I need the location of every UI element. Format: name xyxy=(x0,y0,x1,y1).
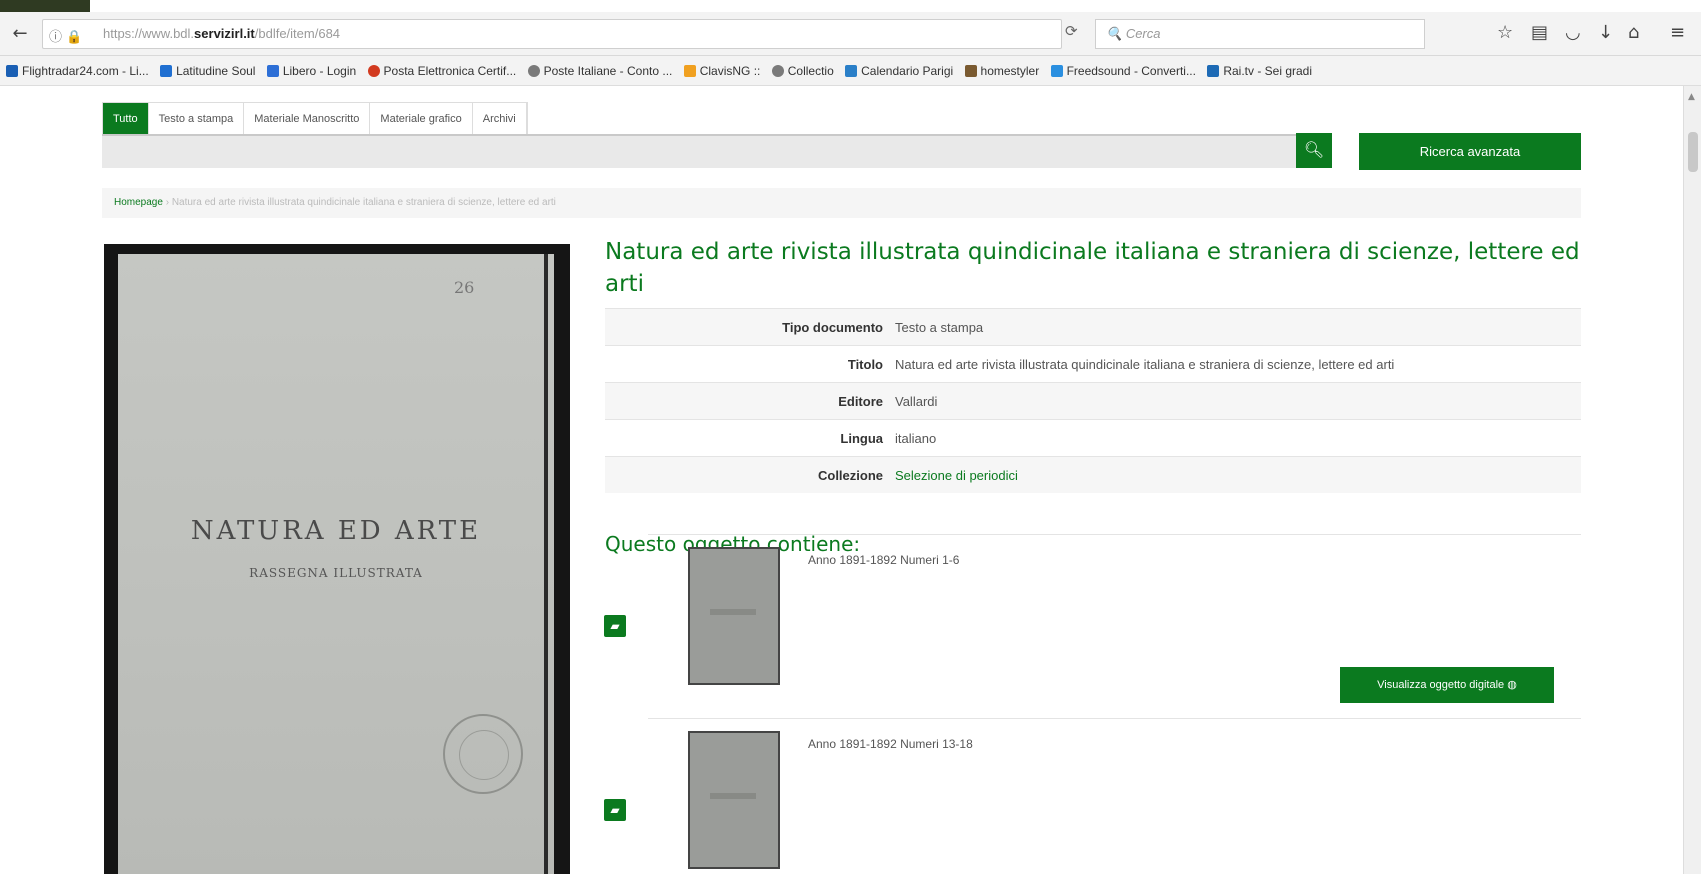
favicon-icon xyxy=(160,65,173,77)
metadata-value: Vallardi xyxy=(895,393,938,409)
bookmark-item[interactable]: Rai.tv - Sei gradi xyxy=(1207,56,1312,85)
metadata-key: Tipo documento xyxy=(782,319,883,335)
tab-tutto[interactable]: Tutto xyxy=(103,103,149,134)
bookmark-item[interactable]: Libero - Login xyxy=(266,56,356,85)
book-icon[interactable]: ▰ xyxy=(604,615,626,637)
url-bar[interactable]: ⓘ 🔒 https://www.bdl.servizirl.it/bdlfe/i… xyxy=(42,19,1062,49)
favicon-icon xyxy=(964,65,977,77)
browser-search-input[interactable]: 🔍 Cerca xyxy=(1095,19,1425,49)
reading-list-icon[interactable]: ▤ xyxy=(1531,22,1548,43)
metadata-row: Lingua italiano xyxy=(605,419,1581,456)
bookmark-item[interactable]: ClavisNG :: xyxy=(683,56,760,85)
metadata-value: italiano xyxy=(895,430,937,446)
metadata-key: Editore xyxy=(838,393,883,409)
page-content: Tutto Testo a stampa Materiale Manoscrit… xyxy=(0,86,1683,874)
scrollbar[interactable]: ▲ xyxy=(1683,86,1701,874)
tab-materiale-grafico[interactable]: Materiale grafico xyxy=(370,103,473,134)
scroll-thumb[interactable] xyxy=(1688,132,1698,172)
window-corner xyxy=(0,0,90,12)
bookmark-item[interactable]: Flightradar24.com - Li... xyxy=(6,56,149,85)
child-thumbnail[interactable] xyxy=(688,547,780,685)
navigation-toolbar: ← ⓘ 🔒 https://www.bdl.servizirl.it/bdlfe… xyxy=(0,12,1701,56)
metadata-key: Collezione xyxy=(817,467,883,483)
category-tabs: Tutto Testo a stampa Materiale Manoscrit… xyxy=(102,102,528,134)
favicon-icon xyxy=(771,65,784,77)
metadata-row: Collezione Selezione di periodici xyxy=(605,456,1581,493)
bookmark-star-icon[interactable]: ☆ xyxy=(1497,22,1513,43)
book-icon[interactable]: ▰ xyxy=(604,799,626,821)
bookmark-item[interactable]: homestyler xyxy=(964,56,1039,85)
bookmark-item[interactable]: Latitudine Soul xyxy=(160,56,255,85)
collection-link[interactable]: Selezione di periodici xyxy=(895,468,1018,483)
metadata-row: Titolo Natura ed arte rivista illustrata… xyxy=(605,345,1581,382)
breadcrumb-home-link[interactable]: Homepage xyxy=(114,197,163,208)
favicon-icon xyxy=(845,65,858,77)
breadcrumb: Homepage › Natura ed arte rivista illust… xyxy=(102,188,1581,218)
metadata-value: Natura ed arte rivista illustrata quindi… xyxy=(895,356,1395,372)
cover-number: 26 xyxy=(454,278,475,297)
cover-image[interactable]: 26 NATURA ED ARTE RASSEGNA ILLUSTRATA xyxy=(104,244,570,874)
page-title: Natura ed arte rivista illustrata quindi… xyxy=(605,239,1580,297)
list-item: ▰ Anno 1891-1892 Numeri 13-18 xyxy=(604,718,1581,874)
favicon-icon xyxy=(527,65,540,77)
favicon-icon xyxy=(6,65,18,77)
cover-title: NATURA ED ARTE xyxy=(190,516,482,546)
list-item: ▰ Anno 1891-1892 Numeri 1-6 Visualizza o… xyxy=(604,534,1581,718)
favicon-icon xyxy=(683,65,696,77)
metadata-value: Testo a stampa xyxy=(895,319,984,335)
browser-window: ← ⓘ 🔒 https://www.bdl.servizirl.it/bdlfe… xyxy=(0,0,1701,874)
bookmark-item[interactable]: Freedsound - Converti... xyxy=(1050,56,1196,85)
menu-icon[interactable]: ≡ xyxy=(1670,22,1685,43)
metadata-key: Titolo xyxy=(847,356,883,372)
search-placeholder: 🔍 Cerca xyxy=(1106,26,1161,41)
tab-testo-a-stampa[interactable]: Testo a stampa xyxy=(148,103,245,134)
child-title[interactable]: Anno 1891-1892 Numeri 1-6 xyxy=(808,553,959,567)
favicon-icon xyxy=(266,65,279,77)
library-stamp xyxy=(443,714,523,794)
url-text: https://www.bdl.servizirl.it/bdlfe/item/… xyxy=(103,26,341,41)
search-button[interactable]: 🔍︎ xyxy=(1296,133,1332,168)
catalog-search-input[interactable] xyxy=(102,134,1296,168)
bookmark-item[interactable]: Collectio xyxy=(771,56,834,85)
child-thumbnail[interactable] xyxy=(688,731,780,869)
home-icon[interactable]: ⌂ xyxy=(1628,22,1639,43)
metadata-table: Tipo documento Testo a stampa Titolo Nat… xyxy=(605,308,1581,493)
metadata-row: Tipo documento Testo a stampa xyxy=(605,308,1581,345)
favicon-icon xyxy=(1050,65,1063,77)
bookmark-item[interactable]: Calendario Parigi xyxy=(845,56,953,85)
child-title[interactable]: Anno 1891-1892 Numeri 13-18 xyxy=(808,737,973,751)
metadata-row: Editore Vallardi xyxy=(605,382,1581,419)
pocket-icon[interactable]: ◡ xyxy=(1565,22,1581,43)
advanced-search-button[interactable]: Ricerca avanzata xyxy=(1359,133,1581,170)
tab-archivi[interactable]: Archivi xyxy=(472,103,527,134)
breadcrumb-current: Natura ed arte rivista illustrata quindi… xyxy=(171,197,556,208)
metadata-key: Lingua xyxy=(840,430,883,446)
view-digital-object-button[interactable]: Visualizza oggetto digitale ◍ xyxy=(1340,667,1554,703)
bookmark-item[interactable]: Poste Italiane - Conto ... xyxy=(527,56,672,85)
cover-subtitle: RASSEGNA ILLUSTRATA xyxy=(249,566,423,580)
cover-spine xyxy=(544,254,548,874)
download-icon[interactable]: ↓ xyxy=(1598,22,1613,43)
lock-icon: ⓘ 🔒 xyxy=(49,30,83,45)
tab-materiale-manoscritto[interactable]: Materiale Manoscritto xyxy=(244,103,371,134)
favicon-icon xyxy=(1207,65,1220,77)
globe-icon: ◍ xyxy=(1507,679,1517,691)
back-icon[interactable]: ← xyxy=(8,22,32,46)
reload-icon[interactable]: ⟳ xyxy=(1065,22,1078,40)
bookmarks-bar: Flightradar24.com - Li... Latitudine Sou… xyxy=(0,56,1701,86)
favicon-icon xyxy=(367,65,380,77)
search-icon: 🔍︎ xyxy=(1303,140,1325,159)
scroll-up-icon[interactable]: ▲ xyxy=(1688,92,1695,102)
bookmark-item[interactable]: Posta Elettronica Certif... xyxy=(367,56,516,85)
cover-page: 26 NATURA ED ARTE RASSEGNA ILLUSTRATA xyxy=(118,254,554,874)
